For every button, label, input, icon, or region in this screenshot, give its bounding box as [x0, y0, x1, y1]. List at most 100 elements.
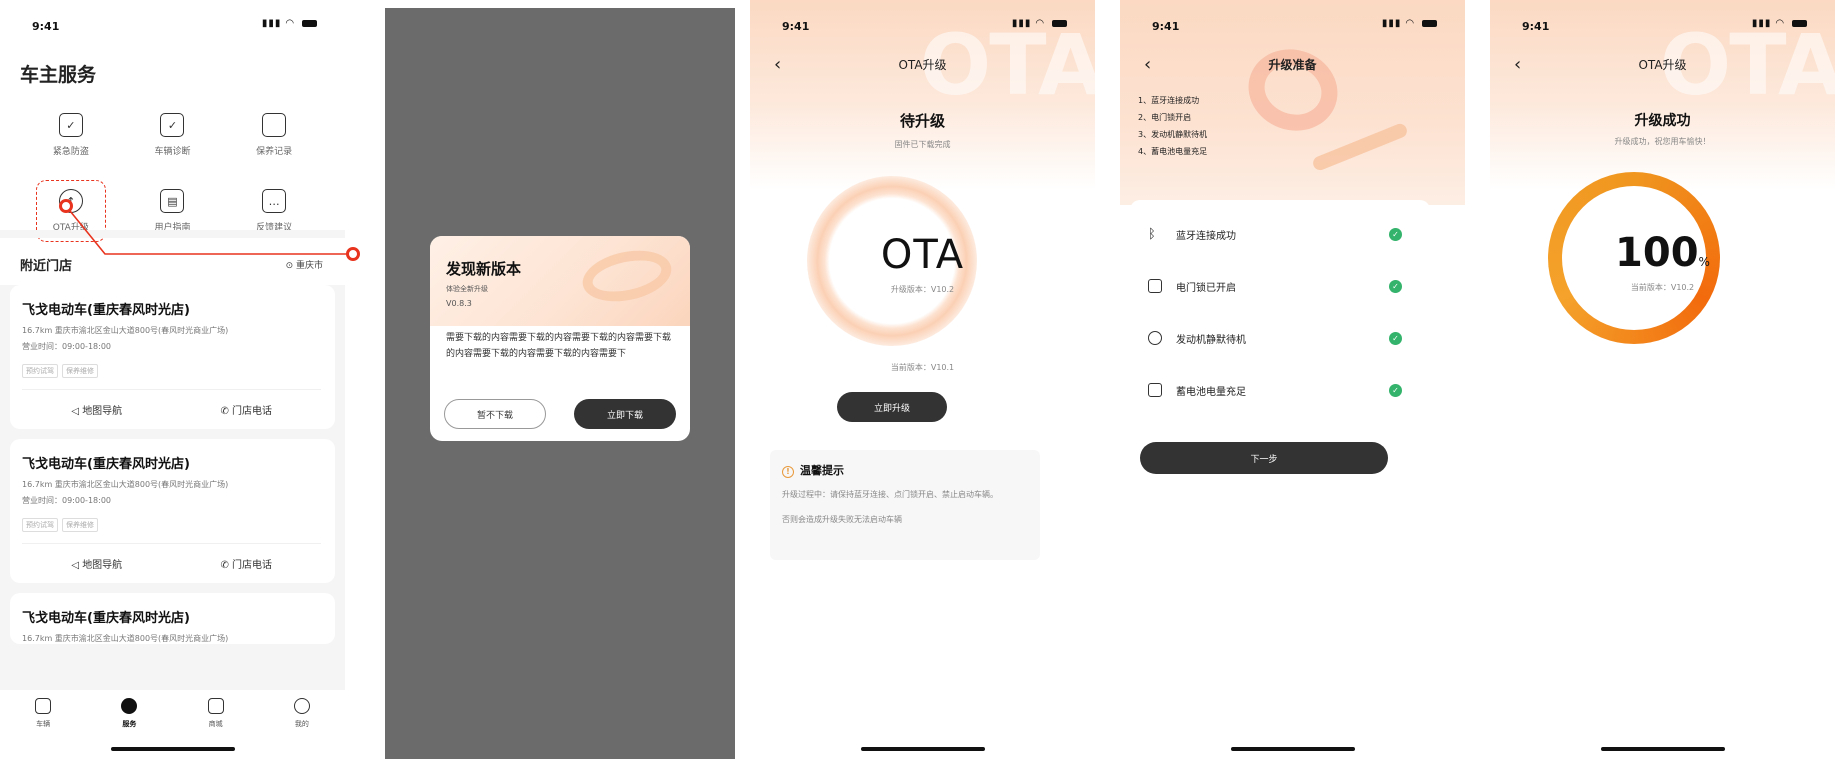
phone-label: 门店电话 — [232, 406, 273, 417]
tips-title-row: ! 温馨提示 — [782, 462, 1028, 478]
store-phone-button[interactable]: ✆ 门店电话 — [172, 556, 322, 571]
status-bar: 9:41 ▮▮▮ ◠ — [750, 14, 1095, 34]
battery-icon — [1422, 19, 1437, 27]
dialog-version: V0.8.3 — [446, 299, 472, 308]
check-label: 蓝牙连接成功 — [1176, 230, 1236, 242]
next-step-button[interactable]: 下一步 — [1140, 442, 1388, 474]
home-indicator — [1600, 747, 1725, 751]
check-row: 蓄电池电量充足 ✓ — [1148, 380, 1412, 400]
location-label: 重庆市 — [295, 261, 323, 271]
new-version-dialog: 发现新版本 体验全新升级 V0.8.3 需要下载的内容需要下载的内容需要下载的内… — [430, 236, 690, 441]
nav-title: OTA升级 — [898, 58, 947, 72]
update-overlay: 发现新版本 体验全新升级 V0.8.3 需要下载的内容需要下载的内容需要下载的内… — [385, 8, 735, 759]
nav-label: 地图导航 — [82, 406, 123, 417]
check-row: ᛒ 蓝牙连接成功 ✓ — [1148, 224, 1412, 244]
location-selector[interactable]: ⊙ 重庆市 — [286, 258, 323, 271]
check-ok-icon: ✓ — [1389, 383, 1402, 397]
tips-box: ! 温馨提示 升级过程中：请保持蓝牙连接、点门锁开启、禁止启动车辆。 否则会造成升… — [770, 450, 1040, 560]
check-row: 发动机静默待机 ✓ — [1148, 328, 1412, 348]
tab-profile[interactable]: 我的 — [259, 698, 345, 759]
store-hours: 营业时间：09:00-18:00 — [22, 496, 111, 505]
upgrade-state: 待升级 — [899, 112, 945, 130]
chat-icon: … — [262, 189, 287, 213]
status-time: 9:41 — [1522, 20, 1550, 33]
store-tags: 预约试驾 保养维修 — [22, 358, 321, 378]
tips-text-2: 否则会造成升级失败无法启动车辆 — [782, 515, 902, 524]
nav-title: 升级准备 — [1268, 58, 1317, 72]
navigate-icon: ◁ — [71, 406, 83, 417]
prep-step: 4、蓄电池电量充足 — [1138, 147, 1208, 156]
tips-text: 升级过程中：请保持蓝牙连接、点门锁开启、禁止启动车辆。 — [782, 490, 998, 499]
map-nav-button[interactable]: ◁ 地图导航 — [22, 556, 172, 571]
upgrade-version: 升级版本：V10.2 — [890, 285, 955, 294]
check-list: ᛒ 蓝牙连接成功 ✓ 电门锁已开启 ✓ 发动机静默待机 ✓ 蓄电池电量充足 ✓ — [1130, 200, 1430, 415]
current-version: 当前版本：V10.2 — [1630, 283, 1695, 292]
download-button[interactable]: 立即下载 — [574, 399, 676, 429]
check-ok-icon: ✓ — [1389, 331, 1402, 345]
service-diagnosis[interactable]: ✓ 车辆诊断 — [122, 104, 224, 166]
lock-icon — [1148, 279, 1162, 293]
book-icon: ▤ — [160, 189, 185, 213]
progress-value: 100% — [1490, 230, 1835, 276]
store-card[interactable]: 飞戈电动车(重庆春风时光店) 16.7km 重庆市渝北区金山大道800号(春风时… — [10, 439, 335, 583]
store-address: 16.7km 重庆市渝北区金山大道800号(春风时光商业广场) — [22, 480, 229, 489]
home-indicator — [860, 747, 985, 751]
later-button[interactable]: 暂不下载 — [444, 399, 546, 429]
service-grid: ✓ 紧急防盗 ✓ 车辆诊断 保养记录 ↑ OTA升级 ▤ 用户指南 … 反馈建议 — [20, 104, 325, 242]
flow-end-dot — [346, 247, 360, 261]
dialog-subtitle: 体验全新升级 — [446, 285, 488, 293]
status-time: 9:41 — [1152, 20, 1180, 33]
current-version: 当前版本：V10.1 — [890, 363, 955, 372]
store-address: 16.7km 重庆市渝北区金山大道800号(春风时光商业广场) — [22, 326, 229, 335]
section-title: 附近门店 — [20, 259, 73, 274]
store-list: 飞戈电动车(重庆春风时光店) 16.7km 重庆市渝北区金山大道800号(春风时… — [0, 285, 345, 695]
check-ok-icon: ✓ — [1389, 279, 1402, 293]
upgrade-state-sub: 升级成功，祝您用车愉快！ — [1614, 137, 1711, 146]
phone-icon: ✆ — [220, 560, 233, 571]
store-actions: ◁ 地图导航 ✆ 门店电话 — [22, 389, 321, 429]
warning-icon: ! — [782, 466, 794, 478]
battery-icon — [1792, 19, 1807, 27]
service-maintenance[interactable]: 保养记录 — [223, 104, 325, 166]
phone-label: 门店电话 — [232, 560, 273, 571]
home-indicator — [110, 747, 235, 751]
prep-step: 2、电门锁开启 — [1138, 113, 1192, 122]
store-card[interactable]: 飞戈电动车(重庆春风时光店) 16.7km 重庆市渝北区金山大道800号(春风时… — [10, 593, 335, 644]
ota-label: OTA — [880, 232, 965, 278]
store-name: 飞戈电动车(重庆春风时光店) — [22, 303, 190, 318]
tab-label: 商城 — [208, 720, 223, 728]
shield-icon: ✓ — [58, 113, 83, 137]
tips-title: 温馨提示 — [800, 464, 844, 477]
store-name: 飞戈电动车(重庆春风时光店) — [22, 611, 190, 626]
document-icon — [262, 113, 287, 137]
decoration — [577, 243, 677, 309]
system-icons: ▮▮▮ ◠ — [262, 18, 317, 29]
battery-icon — [1148, 383, 1162, 397]
upgrade-state-sub: 固件已下载完成 — [894, 140, 951, 149]
store-tag: 预约试驾 — [22, 364, 58, 378]
tab-label: 服务 — [122, 720, 137, 728]
store-tags: 预约试驾 保养维修 — [22, 512, 321, 532]
service-label: 保养记录 — [256, 147, 293, 157]
check-row: 电门锁已开启 ✓ — [1148, 276, 1412, 296]
engine-icon — [1148, 331, 1162, 345]
store-address: 16.7km 重庆市渝北区金山大道800号(春风时光商业广场) — [22, 634, 229, 643]
tab-label: 我的 — [294, 720, 309, 728]
service-anti-theft[interactable]: ✓ 紧急防盗 — [20, 104, 122, 166]
check-label: 电门锁已开启 — [1176, 282, 1236, 294]
store-card[interactable]: 飞戈电动车(重庆春风时光店) 16.7km 重庆市渝北区金山大道800号(春风时… — [10, 285, 335, 429]
progress-unit: % — [1698, 255, 1710, 269]
service-icon — [121, 698, 138, 714]
calendar-check-icon: ✓ — [160, 113, 185, 137]
service-screen: 9:41 ▮▮▮ ◠ 车主服务 ✓ 紧急防盗 ✓ 车辆诊断 保养记录 ↑ OTA… — [0, 0, 345, 759]
system-icons: ▮▮▮ ◠ — [1012, 18, 1067, 29]
ota-success-screen: OTA 9:41 ▮▮▮ ◠ ‹ OTA升级 升级成功 升级成功，祝您用车愉快！… — [1490, 0, 1835, 759]
system-icons: ▮▮▮ ◠ — [1382, 18, 1437, 29]
store-phone-button[interactable]: ✆ 门店电话 — [172, 402, 322, 417]
status-time: 9:41 — [782, 20, 810, 33]
tab-vehicle[interactable]: 车辆 — [0, 698, 86, 759]
mall-icon — [207, 698, 224, 714]
store-tag: 预约试驾 — [22, 518, 58, 532]
upgrade-now-button[interactable]: 立即升级 — [837, 392, 947, 422]
map-nav-button[interactable]: ◁ 地图导航 — [22, 402, 172, 417]
